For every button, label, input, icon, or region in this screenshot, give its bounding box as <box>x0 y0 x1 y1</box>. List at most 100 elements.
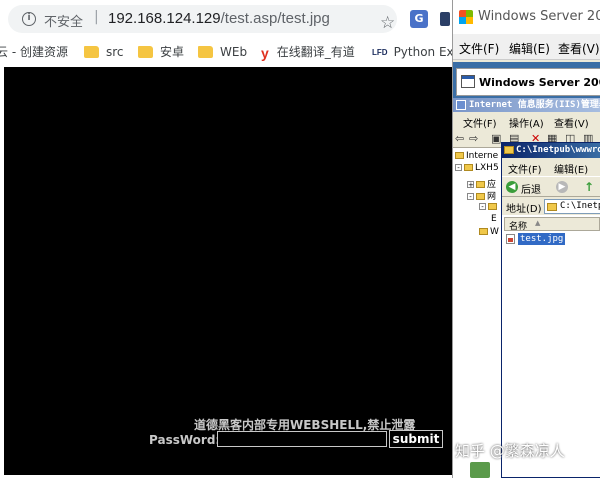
bookmark-item[interactable]: LFD Python Ex <box>372 42 452 62</box>
bookmark-item[interactable]: 云 - 创建资源 <box>0 42 68 62</box>
menu-view[interactable]: 查看(V) <box>558 40 600 57</box>
tree-label: W <box>490 227 499 237</box>
folder-icon <box>504 146 514 154</box>
bookmark-item[interactable]: WEb <box>198 42 247 62</box>
collapse-icon[interactable]: - <box>479 203 486 211</box>
iis-icon <box>456 100 466 110</box>
back-arrow-icon[interactable]: ⇦ <box>455 132 464 145</box>
tree-label: 网 <box>487 192 497 202</box>
security-label[interactable]: 不安全 <box>44 11 83 30</box>
explorer-menu-file[interactable]: 文件(F) <box>508 161 542 176</box>
iis-titlebar: Internet 信息服务(IIS)管理器 <box>453 98 600 112</box>
forward-arrow-icon[interactable]: ⇨ <box>469 132 478 145</box>
bookmark-label: src <box>106 45 124 59</box>
vm-titlebar: Windows Server 2003 <box>453 0 600 34</box>
collapse-icon[interactable]: - <box>467 193 474 201</box>
column-header-name[interactable]: 名称 ▲ <box>504 217 600 232</box>
bookmark-item[interactable]: y 在线翻译_有道 <box>261 42 355 62</box>
password-label: PassWord: <box>149 433 221 447</box>
url-text[interactable]: 192.168.124.129/test.asp/test.jpg <box>108 10 330 27</box>
menu-edit[interactable]: 编辑(E) <box>509 40 550 57</box>
folder-icon <box>138 45 153 58</box>
youdao-icon: y <box>261 44 269 61</box>
tree-label: E <box>491 214 497 224</box>
iis-menu-file[interactable]: 文件(F) <box>463 115 497 130</box>
watermark: 知乎 @繁森凉人 <box>455 442 565 460</box>
up-folder-icon[interactable]: ↑ <box>584 180 594 194</box>
explorer-address-bar: 地址(D) C:\Inetpub <box>502 196 600 215</box>
server-icon <box>464 164 473 171</box>
address-path: C:\Inetpub <box>560 201 600 211</box>
folder-icon <box>547 203 557 211</box>
bookmarks-bar: 云 - 创建资源 src 安卓 WEb y 在线翻译_有道 LFD Python E… <box>0 38 452 66</box>
info-icon[interactable]: i <box>22 12 36 26</box>
folder-icon <box>198 45 213 58</box>
bookmark-item[interactable]: 安卓 <box>138 42 184 62</box>
website-icon <box>488 203 497 210</box>
vm-tab-icon <box>461 75 475 88</box>
iis-title: Internet 信息服务(IIS)管理器 <box>469 100 600 110</box>
iis-menubar: 文件(F) 操作(A) 查看(V) <box>453 112 600 130</box>
translate-extension-icon[interactable]: G <box>410 10 428 28</box>
address-label: 地址(D) <box>506 204 542 215</box>
menu-file[interactable]: 文件(F) <box>459 40 499 57</box>
page-viewport: 道德黑客内部专用WEBSHELL,禁止泄露 PassWord: submit <box>4 67 452 475</box>
expand-icon[interactable]: + <box>467 181 474 189</box>
iis-node-icon <box>455 152 464 159</box>
explorer-titlebar: C:\Inetpub\wwwro <box>502 143 600 158</box>
vm-tab[interactable]: Windows Server 2003 En <box>456 68 600 96</box>
tree-item[interactable]: W <box>479 227 499 237</box>
iis-menu-view[interactable]: 查看(V) <box>554 115 589 130</box>
folder-icon <box>476 181 485 188</box>
vm-tab-label: Windows Server 2003 En <box>479 76 600 89</box>
column-name-label: 名称 <box>509 222 528 232</box>
address-bar[interactable]: i 不安全 | 192.168.124.129/test.asp/test.jp… <box>8 5 397 33</box>
vm-window: Windows Server 2003 文件(F) 编辑(E) 查看(V) Wi… <box>452 0 600 478</box>
bookmark-label: 安卓 <box>160 45 185 59</box>
sort-arrow-icon: ▲ <box>535 219 541 227</box>
url-host: 192.168.124.129 <box>108 10 221 27</box>
chrome-browser-window: i 不安全 | 192.168.124.129/test.asp/test.jp… <box>0 0 452 478</box>
tree-item[interactable]: - LXH5 <box>455 163 499 173</box>
bookmark-label: 云 - 创建资源 <box>0 45 68 59</box>
explorer-menu-edit[interactable]: 编辑(E) <box>554 161 588 176</box>
vm-window-title: Windows Server 2003 <box>478 9 600 24</box>
vm-menubar: 文件(F) 编辑(E) 查看(V) <box>453 34 600 60</box>
file-name: test.jpg <box>518 233 566 245</box>
bookmark-item[interactable]: src <box>84 42 124 62</box>
explorer-menubar: 文件(F) 编辑(E) <box>502 158 600 176</box>
extension-icon[interactable] <box>440 12 450 26</box>
toolbar: i 不安全 | 192.168.124.129/test.asp/test.jp… <box>0 0 452 38</box>
bookmark-label: 在线翻译_有道 <box>276 45 355 59</box>
iis-tree: Interne - LXH5 + 应 -网 - E W <box>453 149 503 478</box>
folder-icon <box>479 228 488 235</box>
tree-item[interactable]: - <box>479 202 499 212</box>
windows-logo-icon <box>459 10 473 24</box>
folder-icon <box>476 193 485 200</box>
submit-button[interactable]: submit <box>389 430 443 448</box>
collapse-icon[interactable]: - <box>455 164 462 172</box>
taskbar-icon <box>470 462 490 478</box>
folder-icon <box>84 45 99 58</box>
explorer-title: C:\Inetpub\wwwro <box>516 145 600 155</box>
lfd-icon: LFD <box>372 48 388 57</box>
up-folder-icon[interactable]: ▣ <box>491 132 501 145</box>
tree-item[interactable]: Interne <box>455 151 498 161</box>
password-field[interactable] <box>217 431 387 447</box>
bookmark-label: WEb <box>220 45 248 59</box>
iis-menu-action[interactable]: 操作(A) <box>509 115 544 130</box>
explorer-toolbar: ◀ 后退 ▶ ↑ <box>502 176 600 196</box>
url-separator: | <box>94 9 99 25</box>
bookmark-label: Python Ex <box>393 45 452 59</box>
explorer-window: C:\Inetpub\wwwro 文件(F) 编辑(E) ◀ 后退 ▶ ↑ 地址… <box>501 142 600 478</box>
forward-icon[interactable]: ▶ <box>556 181 568 193</box>
back-icon[interactable]: ◀ <box>506 181 518 193</box>
url-path: /test.asp/test.jpg <box>220 10 330 27</box>
tree-item[interactable]: E <box>491 214 497 224</box>
star-icon[interactable]: ☆ <box>380 13 395 33</box>
address-input[interactable]: C:\Inetpub <box>544 199 600 214</box>
tree-item[interactable]: -网 <box>467 189 496 202</box>
tree-label: LXH5 <box>475 163 499 173</box>
image-file-icon <box>506 234 515 244</box>
back-label[interactable]: 后退 <box>521 181 541 196</box>
